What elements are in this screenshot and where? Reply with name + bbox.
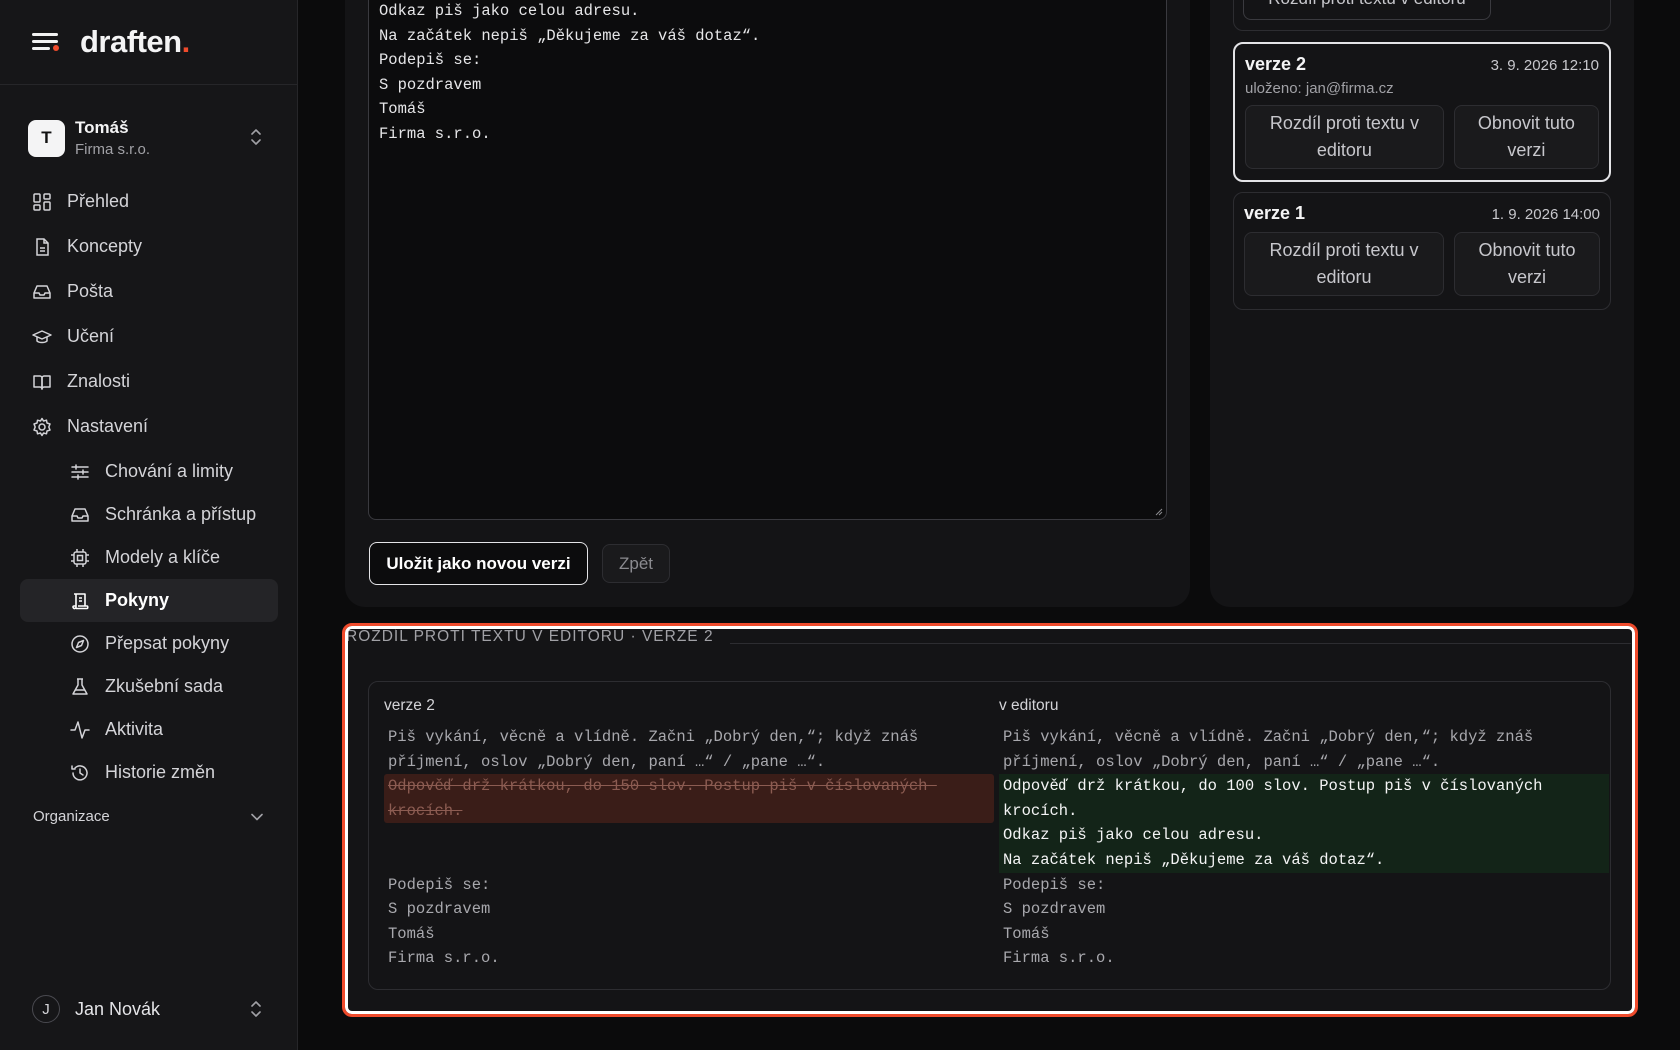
nav-sub-schranka[interactable]: Schránka a přístup (20, 493, 278, 536)
nav-item-prehled[interactable]: Přehled (20, 180, 278, 223)
workspace-name: Tomáš (75, 118, 129, 137)
nav-sub-label: Modely a klíče (105, 547, 221, 567)
activity-icon (70, 720, 90, 739)
workspace-switcher[interactable]: T Tomáš Firma s.r.o. (28, 114, 272, 162)
nav-item-label: Učení (67, 326, 115, 346)
nav-item-koncepty[interactable]: Koncepty (20, 225, 278, 268)
editor-line: Podepiš se: (379, 51, 482, 70)
sliders-icon (71, 463, 89, 480)
diff-editor-button[interactable]: Rozdíl proti textu v editoru (1245, 105, 1444, 169)
scroll-icon (72, 592, 89, 609)
nav-item-label: Pošta (67, 281, 114, 301)
editor-line: Na začátek nepiš „Děkujeme za váš dotaz“… (379, 26, 761, 45)
graduation-cap-icon (32, 329, 52, 343)
diff-editor-button[interactable]: Rozdíl proti textu v editoru (1244, 232, 1444, 296)
brand: draften. (0, 0, 297, 85)
restore-version-button[interactable]: Obnovit tuto verzi (1454, 232, 1600, 296)
version-date: 3. 9. 2026 12:10 (1490, 57, 1599, 74)
user-name: Jan Novák (75, 998, 161, 1019)
nav-sub-label: Přepsat pokyny (105, 633, 230, 653)
avatar: J (32, 995, 60, 1023)
nav-sub-aktivita[interactable]: Aktivita (20, 708, 278, 751)
flask-icon (72, 677, 88, 695)
user-menu[interactable]: J Jan Novák (32, 994, 272, 1024)
nav-sub-chovani[interactable]: Chování a limity (20, 450, 278, 493)
nav-sub-prepsat[interactable]: Přepsat pokyny (20, 622, 278, 665)
version-date: 1. 9. 2026 14:00 (1491, 206, 1600, 223)
nav-sub-label: Pokyny (105, 590, 170, 610)
nav-sub-label: Zkušební sada (105, 676, 224, 696)
nav-item-label: Znalosti (67, 371, 131, 391)
inbox-icon (33, 284, 51, 299)
nav-item-znalosti[interactable]: Znalosti (20, 360, 278, 403)
brand-logo: draften. (80, 24, 190, 59)
inbox-icon (71, 507, 89, 522)
editor-line: S pozdravem (379, 75, 482, 94)
resize-handle-icon[interactable] (1153, 506, 1163, 516)
menu-icon[interactable] (32, 31, 60, 53)
version-saved-by: uloženo: jan@firma.cz (1245, 80, 1394, 97)
nav-sub-historie[interactable]: Historie změn (20, 751, 278, 794)
nav-sub-zkusebni[interactable]: Zkušební sada (20, 665, 278, 708)
nav-sub-pokyny[interactable]: Pokyny (20, 579, 278, 622)
workspace-avatar: T (28, 119, 65, 157)
chevron-up-down-icon (251, 129, 261, 145)
file-icon (36, 237, 49, 256)
focus-highlight (342, 623, 1638, 1017)
nav-item-posta[interactable]: Pošta (20, 270, 278, 313)
diff-editor-button[interactable]: Rozdíl proti textu v editoru (1243, 0, 1491, 20)
instructions-editor[interactable]: Odkaz piš jako celou adresu. Na začátek n… (368, 0, 1167, 520)
gear-icon (33, 417, 51, 436)
nav-item-nastaveni[interactable]: Nastavení (20, 405, 278, 448)
sidebar: draften. T Tomáš Firma s.r.o. Přehled Ko… (0, 0, 298, 1050)
workspace-org: Firma s.r.o. (75, 141, 151, 158)
nav-item-label: Koncepty (67, 236, 143, 256)
chip-icon (71, 548, 89, 567)
nav-item-uceni[interactable]: Učení (20, 315, 278, 358)
restore-version-button[interactable]: Obnovit tuto verzi (1453, 105, 1599, 169)
nav-sub-label: Schránka a přístup (105, 504, 257, 524)
nav-sub-modely[interactable]: Modely a klíče (20, 536, 278, 579)
main-nav: Přehled Koncepty Pošta Učení Znalosti Na… (20, 180, 278, 794)
editor-line: Tomáš (379, 100, 426, 119)
compass-icon (71, 634, 89, 653)
version-card-2[interactable]: verze 2 3. 9. 2026 12:10 uloženo: jan@fi… (1233, 42, 1611, 182)
nav-sub-label: Aktivita (105, 719, 164, 739)
nav-sub-label: Chování a limity (105, 461, 234, 481)
chevron-up-down-icon (251, 1001, 261, 1017)
chevron-down-icon (251, 813, 263, 820)
nav-item-label: Přehled (67, 191, 130, 211)
history-icon (71, 764, 88, 781)
nav-item-label: Nastavení (67, 416, 149, 436)
nav-sub-label: Historie změn (105, 762, 216, 782)
book-icon (33, 374, 51, 390)
editor-line: Odkaz piš jako celou adresu. (379, 2, 640, 20)
back-button[interactable]: Zpět (602, 544, 670, 583)
version-card-1[interactable]: verze 1 1. 9. 2026 14:00 Rozdíl proti te… (1233, 192, 1611, 310)
org-section-label: Organizace (33, 808, 110, 825)
version-name: verze 2 (1245, 54, 1307, 74)
version-name: verze 1 (1244, 203, 1306, 223)
editor-line: Firma s.r.o. (379, 124, 491, 143)
org-section-toggle[interactable]: Organizace (33, 808, 263, 825)
save-new-version-button[interactable]: Uložit jako novou verzi (369, 542, 588, 585)
dashboard-icon (33, 192, 51, 211)
